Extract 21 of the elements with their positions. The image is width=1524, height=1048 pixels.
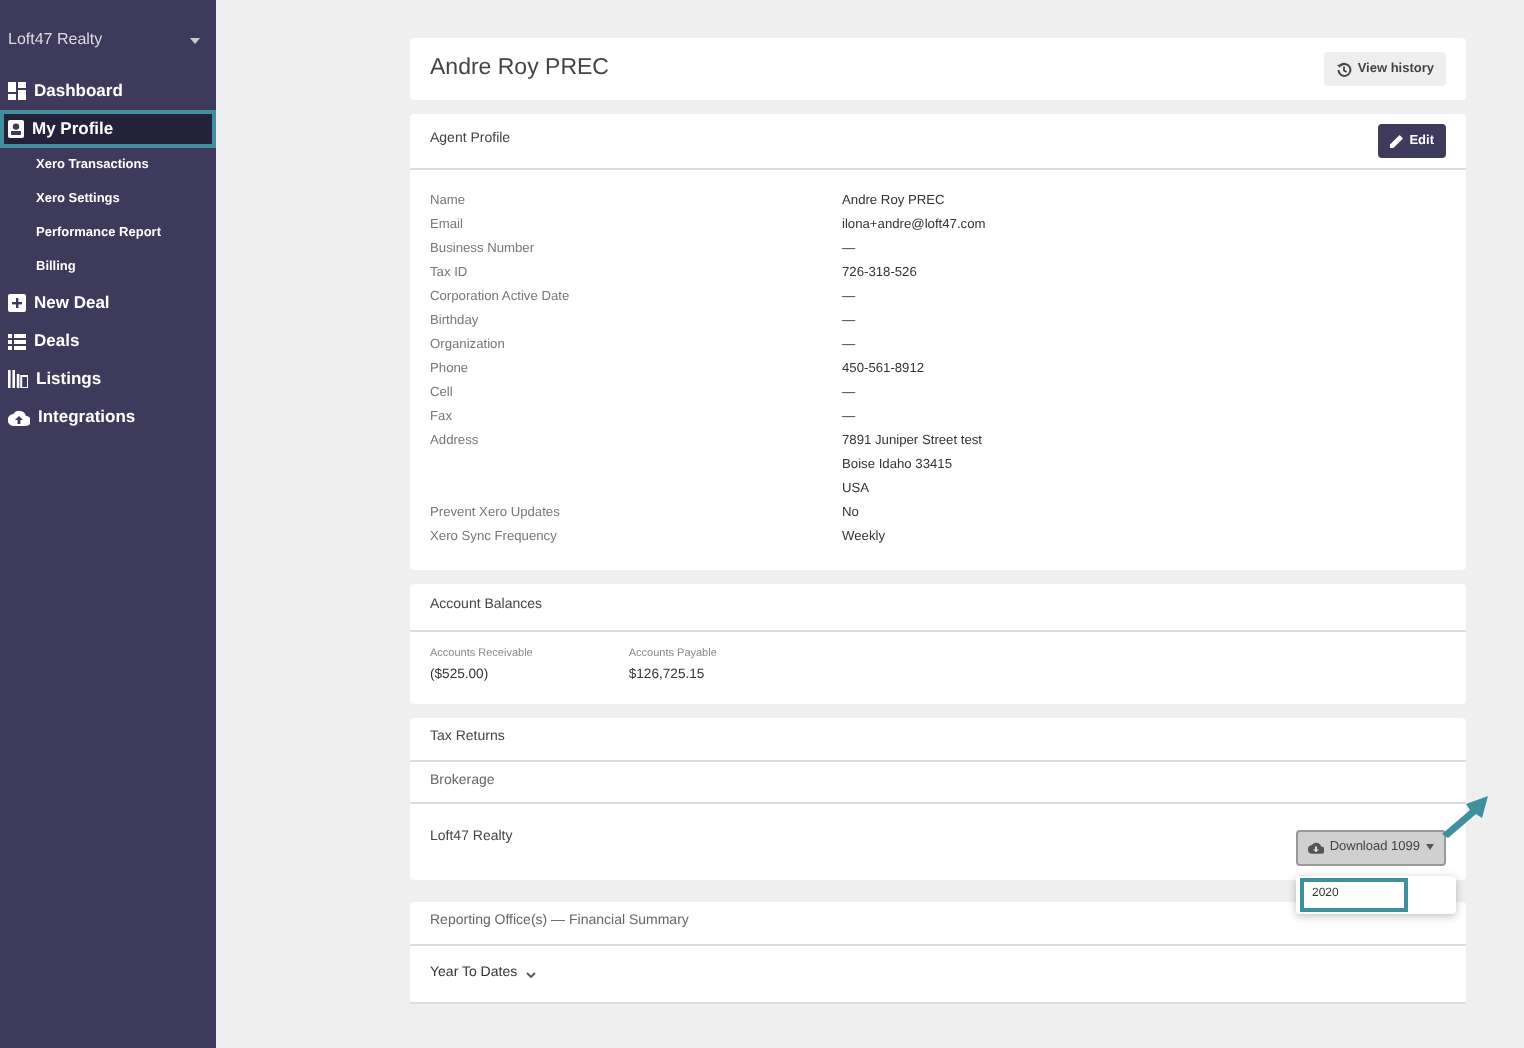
bars-icon [8,370,28,388]
profile-icon [8,120,24,138]
sidebar-item[interactable]: Integrations [0,398,216,436]
sidebar-item[interactable]: Dashboard [0,72,216,110]
list-icon [8,333,26,349]
cloud-download-icon [1307,841,1324,854]
caret-icon[interactable] [190,37,200,43]
sidebar-item[interactable]: Listings [0,360,216,398]
page-title: Andre Roy PREC [430,53,609,84]
cloud-upload-icon [8,409,30,425]
chevron-icon [525,971,536,977]
pointer-arrow-icon [1442,794,1490,838]
pencil-icon [1389,134,1404,148]
dashboard-icon [8,82,26,100]
sidebar-item[interactable]: New Deal [0,284,216,322]
history-icon [1335,61,1352,77]
org-name: Loft47 Realty [8,28,103,52]
caret-icon [1426,844,1434,851]
plus-icon [8,294,26,312]
sidebar-item[interactable]: My Profile [0,110,216,148]
sidebar-item[interactable]: Deals [0,322,216,360]
